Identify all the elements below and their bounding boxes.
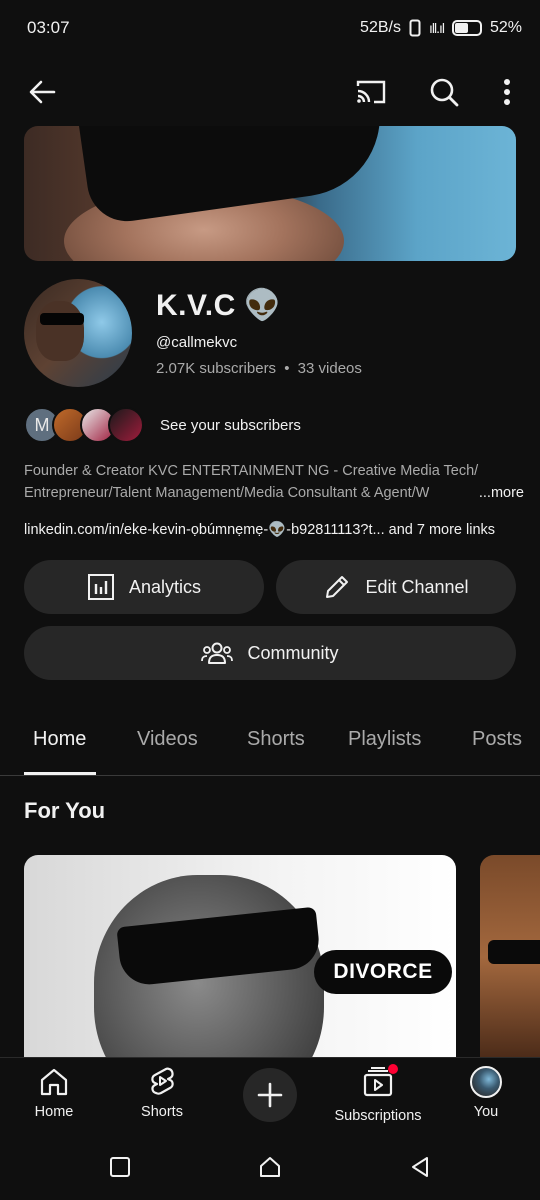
nav-subscriptions-label: Subscriptions [334, 1108, 422, 1124]
recents-icon[interactable] [108, 1155, 132, 1179]
edit-channel-button[interactable]: Edit Channel [276, 560, 516, 614]
tab-home[interactable]: Home [33, 728, 86, 751]
edit-channel-label: Edit Channel [365, 576, 469, 597]
bar-chart-icon [87, 574, 114, 600]
back-nav-icon[interactable] [408, 1155, 432, 1179]
video-thumbnail[interactable] [480, 855, 540, 1060]
status-time: 03:07 [27, 18, 70, 37]
nav-home-label: Home [34, 1104, 74, 1120]
people-icon [201, 642, 234, 664]
tab-posts[interactable]: Posts [472, 728, 540, 751]
community-label: Community [247, 642, 339, 663]
you-avatar [470, 1066, 502, 1098]
nav-shorts[interactable]: Shorts [112, 1066, 212, 1120]
channel-stats: 2.07K subscribers • 33 videos [156, 360, 362, 377]
more-vertical-icon[interactable] [491, 76, 523, 108]
subscriber-count: 2.07K subscribers [156, 360, 277, 377]
subscriber-avatar [108, 407, 144, 443]
more-link[interactable]: ...more [479, 482, 524, 504]
top-app-bar [0, 64, 540, 120]
description-line-1: Founder & Creator KVC ENTERTAINMENT NG -… [24, 463, 479, 479]
community-button[interactable]: Community [24, 626, 516, 680]
shorts-icon [151, 1067, 174, 1095]
video-count: 33 videos [297, 360, 362, 377]
status-indicators: 52B/s ıll.ıl 52% [360, 19, 522, 37]
home-icon [40, 1068, 68, 1096]
cast-icon[interactable] [355, 76, 387, 108]
bottom-navigation: Home Shorts Subscriptions You [0, 1057, 540, 1143]
notification-dot [388, 1064, 398, 1074]
battery-level: 52% [489, 19, 522, 36]
create-button[interactable] [243, 1068, 297, 1122]
channel-avatar[interactable] [24, 279, 132, 387]
tab-playlists[interactable]: Playlists [348, 728, 421, 751]
network-speed: 52B/s [360, 19, 401, 36]
channel-links[interactable]: linkedin.com/in/eke-kevin-ọbúmnẹmẹ-👽-b92… [24, 521, 524, 538]
see-subscribers-row[interactable]: M See your subscribers [24, 406, 301, 444]
stats-separator: • [284, 360, 290, 377]
description-line-2: Entrepreneur/Talent Management/Media Con… [24, 485, 430, 501]
analytics-label: Analytics [128, 576, 202, 597]
channel-tabs: Home Videos Shorts Playlists Posts [0, 712, 540, 776]
search-icon[interactable] [428, 76, 460, 108]
phone-vibrate-icon [409, 19, 421, 37]
video-thumbnail[interactable]: DIVORCE [24, 855, 456, 1060]
active-tab-indicator [24, 772, 96, 775]
channel-handle: @callmekvc [156, 334, 238, 351]
nav-shorts-label: Shorts [141, 1104, 183, 1120]
linkedin-link[interactable]: linkedin.com/in/eke-kevin-ọbúmnẹmẹ-👽-b92… [24, 522, 385, 538]
nav-subscriptions[interactable]: Subscriptions [318, 1064, 438, 1124]
arrow-left-icon[interactable] [26, 76, 58, 108]
tab-videos[interactable]: Videos [137, 728, 198, 751]
pencil-icon [326, 576, 349, 598]
home-nav-icon[interactable] [258, 1155, 282, 1179]
subscriptions-icon [362, 1064, 398, 1102]
section-title: For You [24, 798, 106, 823]
signal-icon: ıll.ıl [428, 20, 445, 36]
channel-banner [24, 126, 516, 261]
analytics-button[interactable]: Analytics [24, 560, 264, 614]
battery-icon [451, 20, 482, 36]
status-bar: 03:07 52B/s ıll.ıl 52% [0, 0, 540, 56]
system-navigation [0, 1143, 540, 1200]
nav-you[interactable]: You [436, 1066, 536, 1120]
channel-description[interactable]: Founder & Creator KVC ENTERTAINMENT NG -… [24, 460, 524, 504]
channel-name: K.V.C 👽 [156, 288, 282, 323]
alien-emoji: 👽 [243, 289, 282, 322]
channel-name-text: K.V.C [156, 288, 236, 322]
plus-icon [257, 1082, 283, 1108]
tab-shorts[interactable]: Shorts [247, 728, 305, 751]
thumbnail-badge: DIVORCE [314, 950, 452, 994]
see-subscribers-label: See your subscribers [160, 416, 301, 434]
nav-home[interactable]: Home [4, 1066, 104, 1120]
nav-you-label: You [473, 1104, 499, 1120]
more-links[interactable]: and 7 more links [389, 522, 495, 538]
